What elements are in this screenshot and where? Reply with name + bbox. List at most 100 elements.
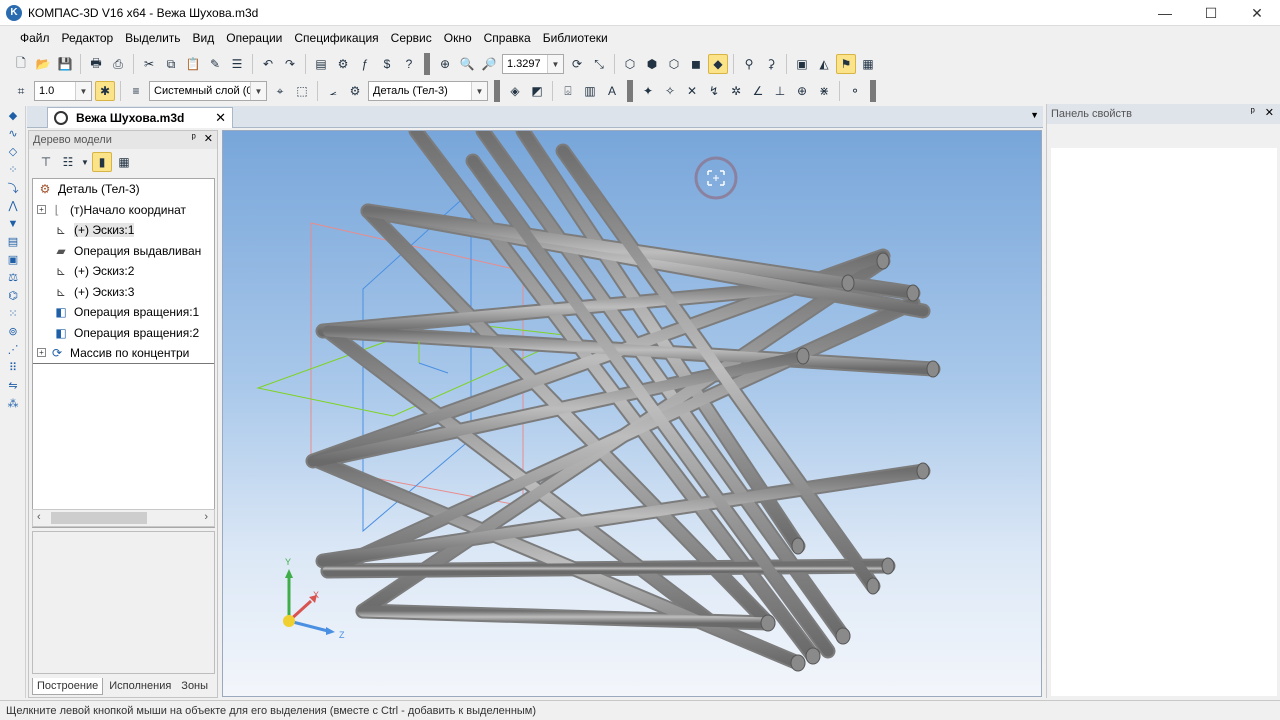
sheet-metal-icon[interactable]: ⌬	[3, 287, 23, 304]
format-painter-icon[interactable]: ✎	[205, 54, 225, 74]
layer-icon[interactable]: ≡	[126, 81, 146, 101]
library-cube-icon[interactable]: ▣	[792, 54, 812, 74]
report-icon[interactable]: ▣	[3, 251, 23, 268]
diagnostics-icon[interactable]: ⚖	[3, 269, 23, 286]
save-icon[interactable]: 💾	[55, 54, 75, 74]
tree-item-sketch-3[interactable]: ⊾ (+) Эскиз:3	[33, 282, 214, 303]
spatial-curves-icon[interactable]: ∿	[3, 125, 23, 142]
tab-construction[interactable]: Построение	[32, 678, 104, 695]
curve-array-icon[interactable]: ⋰	[3, 341, 23, 358]
undo-icon[interactable]: ↶	[258, 54, 278, 74]
menu-select[interactable]: Выделить	[119, 31, 186, 45]
tree-structure-icon[interactable]: ⊤	[36, 152, 56, 172]
zoom-window-icon[interactable]: 🔍	[457, 54, 477, 74]
tree-item-circular-array[interactable]: + ⟳ Массив по концентри	[33, 343, 214, 364]
zoom-in-icon[interactable]: 🔎	[479, 54, 499, 74]
calculator-icon[interactable]: $	[377, 54, 397, 74]
midpoint-snap-icon[interactable]: ✧	[660, 81, 680, 101]
concentric-array-icon[interactable]: ⊚	[3, 323, 23, 340]
center-snap-icon[interactable]: ✲	[726, 81, 746, 101]
solid-shading-icon[interactable]: ◈	[505, 81, 525, 101]
3d-viewport[interactable]: Y X Z	[222, 130, 1042, 697]
grid-array-icon[interactable]: ⁙	[3, 305, 23, 322]
zoom-fit-icon[interactable]: ⊕	[435, 54, 455, 74]
snap-settings-icon[interactable]: ✱	[95, 81, 115, 101]
properties-list-icon[interactable]: ☰	[227, 54, 247, 74]
orient-icon[interactable]: ⦟	[323, 81, 343, 101]
edit-part-icon[interactable]: ◆	[3, 107, 23, 124]
tab-list-dropdown[interactable]: ▼	[1030, 110, 1039, 120]
tangent-snap-icon[interactable]: ↯	[704, 81, 724, 101]
tree-horizontal-scrollbar[interactable]: ‹ ›	[32, 509, 215, 527]
detail-select[interactable]: Деталь (Тел-3) ▼	[368, 81, 488, 101]
zoom-scale-field[interactable]: 1.3297 ▼	[502, 54, 564, 74]
new-file-icon[interactable]: 🗋	[11, 54, 31, 74]
tree-item-extrusion[interactable]: ▰ Операция выдавливан	[33, 241, 214, 262]
layer-select[interactable]: Системный слой (0) ▼	[149, 81, 267, 101]
close-button[interactable]: ✕	[1234, 0, 1280, 26]
pin-icon[interactable]: ᵖ	[1251, 106, 1255, 119]
maximize-button[interactable]: ☐	[1188, 0, 1234, 26]
specification-doc-icon[interactable]: ▤	[3, 233, 23, 250]
point-snap-icon[interactable]: ✦	[638, 81, 658, 101]
minimize-button[interactable]: —	[1142, 0, 1188, 26]
point-array-icon[interactable]: ⠿	[3, 359, 23, 376]
tree-item-sketch-2[interactable]: ⊾ (+) Эскиз:2	[33, 261, 214, 282]
expand-icon[interactable]: +	[37, 205, 46, 215]
help-cursor-icon[interactable]: ?	[399, 54, 419, 74]
thin-hidden-lines-icon[interactable]: ⬡	[664, 54, 684, 74]
tree-item-revolve-2[interactable]: ◧ Операция вращения:2	[33, 323, 214, 344]
scroll-left-icon[interactable]: ‹	[37, 511, 41, 523]
intersection-snap-icon[interactable]: ✕	[682, 81, 702, 101]
angle-snap-icon[interactable]: ∠	[748, 81, 768, 101]
specification-icon[interactable]: ▦	[858, 54, 878, 74]
arrays-icon[interactable]: ⁘	[3, 161, 23, 178]
cut-icon[interactable]: ✂	[139, 54, 159, 74]
tab-zones[interactable]: Зоны	[177, 678, 212, 695]
print-preview-icon[interactable]: ⎙	[108, 54, 128, 74]
grid-snap-icon[interactable]: ⊕	[792, 81, 812, 101]
part-select-icon[interactable]: ⚙	[345, 81, 365, 101]
menu-file[interactable]: Файл	[14, 31, 56, 45]
open-file-icon[interactable]: 📂	[33, 54, 53, 74]
manager-icon[interactable]: ▤	[311, 54, 331, 74]
close-icon[interactable]: ✕	[1265, 106, 1274, 119]
print-icon[interactable]: 🖶	[86, 54, 106, 74]
orientation-icon[interactable]: ⤡	[589, 54, 609, 74]
tree-view-mode-icon[interactable]: ▮	[92, 152, 112, 172]
dimension-icon[interactable]: A	[602, 81, 622, 101]
copy-icon[interactable]: ⧉	[161, 54, 181, 74]
tree-item-part[interactable]: ⚙ Деталь (Тел-3)	[33, 179, 214, 200]
expand-icon[interactable]: +	[37, 348, 46, 358]
menu-window[interactable]: Окно	[438, 31, 478, 45]
hidden-lines-icon[interactable]: ⬢	[642, 54, 662, 74]
chevron-down-icon[interactable]: ▼	[80, 152, 90, 172]
filter-objects-icon[interactable]: ⚲	[739, 54, 759, 74]
menu-edit[interactable]: Редактор	[56, 31, 120, 45]
tree-manager-icon[interactable]: ⚙	[333, 54, 353, 74]
menu-help[interactable]: Справка	[478, 31, 537, 45]
scrollbar-thumb[interactable]	[51, 512, 147, 524]
tree-item-sketch-1[interactable]: ⊾ (+) Эскиз:1	[33, 220, 214, 241]
halftone-edges-icon[interactable]: ◆	[708, 54, 728, 74]
variables-icon[interactable]: ƒ	[355, 54, 375, 74]
surfaces-icon[interactable]: ◇	[3, 143, 23, 160]
redo-icon[interactable]: ↷	[280, 54, 300, 74]
appearance-icon[interactable]: ◭	[814, 54, 834, 74]
snap-options-icon[interactable]: ⚬	[845, 81, 865, 101]
measure-icon[interactable]: ▥	[580, 81, 600, 101]
dimensions-icon[interactable]: ⋀	[3, 197, 23, 214]
document-tab[interactable]: Вежа Шухова.m3d ✕	[47, 107, 233, 128]
wireframe-icon[interactable]: ⬡	[620, 54, 640, 74]
grid-step-icon[interactable]: ⌗	[11, 81, 31, 101]
magnet-snap-icon[interactable]: ⚑	[836, 54, 856, 74]
nearest-snap-icon[interactable]: ⋇	[814, 81, 834, 101]
normal-snap-icon[interactable]: ⊥	[770, 81, 790, 101]
close-icon[interactable]: ✕	[204, 132, 213, 145]
tab-versions[interactable]: Исполнения	[105, 678, 175, 695]
tree-item-origin[interactable]: + ⌊ (т)Начало координат	[33, 200, 214, 221]
inactive-tool-icon[interactable]: ⁂	[3, 395, 23, 412]
menu-view[interactable]: Вид	[187, 31, 221, 45]
tree-item-revolve-1[interactable]: ◧ Операция вращения:1	[33, 302, 214, 323]
menu-operations[interactable]: Операции	[220, 31, 288, 45]
